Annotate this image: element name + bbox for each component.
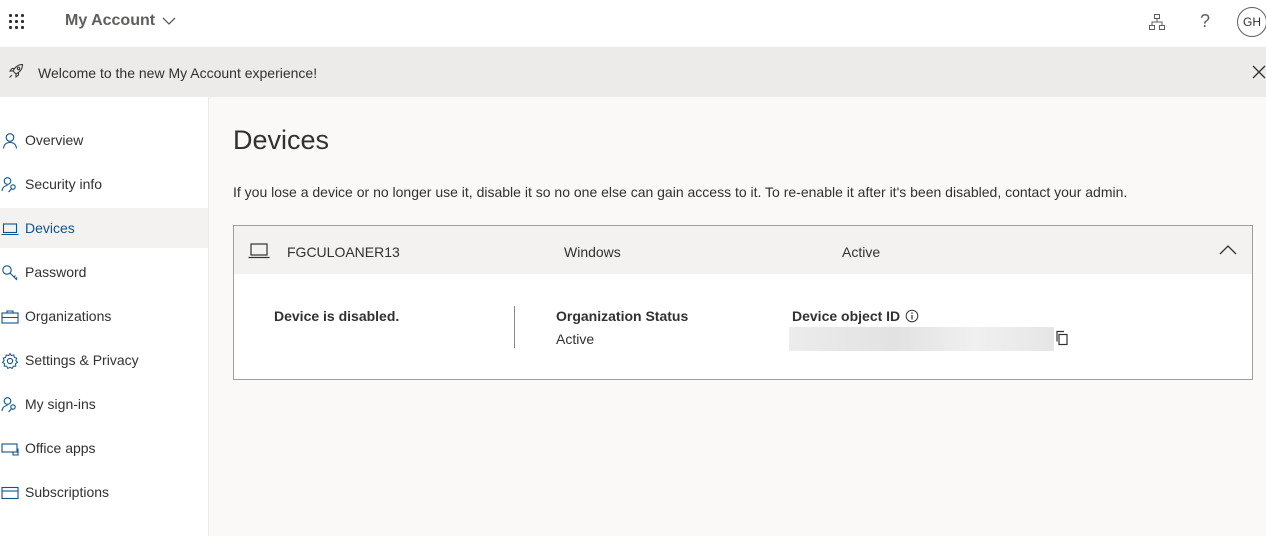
- sidebar: Overview Security info Devices Password …: [0, 97, 209, 536]
- sidebar-item-office-apps[interactable]: Office apps: [0, 428, 208, 468]
- laptop-icon: [248, 243, 270, 259]
- sidebar-item-label: Office apps: [25, 440, 96, 456]
- sidebar-item-label: My sign-ins: [25, 396, 96, 412]
- page-title: Devices: [233, 125, 330, 155]
- copy-icon[interactable]: [1054, 330, 1070, 346]
- banner-message: Welcome to the new My Account experience…: [38, 65, 318, 81]
- org-status-label: Organization Status: [556, 308, 689, 324]
- sidebar-item-security-info[interactable]: Security info: [0, 164, 208, 204]
- page-description: If you lose a device or no longer use it…: [233, 184, 1128, 200]
- org-status-value: Active: [556, 331, 595, 347]
- org-chart-icon[interactable]: [1148, 13, 1166, 31]
- device-card: FGCULOANER13 Windows Active Device is di…: [233, 225, 1253, 380]
- device-card-header[interactable]: FGCULOANER13 Windows Active: [234, 226, 1252, 274]
- avatar[interactable]: GH: [1237, 7, 1266, 37]
- main-content: Devices If you lose a device or no longe…: [209, 97, 1266, 536]
- sidebar-item-label: Devices: [25, 220, 75, 236]
- device-os: Windows: [564, 244, 621, 260]
- chevron-up-icon[interactable]: [1219, 244, 1237, 256]
- device-object-id-value: [789, 327, 1054, 351]
- avatar-initials: GH: [1243, 15, 1261, 29]
- device-disabled-message: Device is disabled.: [274, 308, 400, 324]
- app-launcher-icon[interactable]: [9, 14, 25, 30]
- sidebar-item-label: Security info: [25, 176, 103, 192]
- info-icon[interactable]: [905, 309, 919, 323]
- person-key-icon: [1, 177, 16, 193]
- sidebar-item-label: Overview: [25, 132, 84, 148]
- help-icon[interactable]: ?: [1196, 11, 1214, 33]
- key-icon: [2, 265, 18, 281]
- device-object-id-label: Device object ID: [792, 308, 901, 324]
- app-title-dropdown[interactable]: My Account: [65, 12, 177, 30]
- briefcase-icon: [1, 310, 19, 324]
- welcome-banner: Welcome to the new My Account experience…: [0, 47, 1266, 97]
- device-state: Active: [842, 244, 881, 260]
- card-icon: [1, 486, 19, 500]
- sidebar-item-label: Password: [25, 264, 87, 280]
- person-icon: [2, 133, 18, 149]
- chevron-down-icon: [162, 17, 176, 25]
- top-bar: My Account ? GH: [0, 0, 1266, 46]
- device-object-id-heading: Device object ID: [792, 308, 919, 324]
- divider: [514, 306, 515, 348]
- office-apps-icon: [1, 443, 19, 456]
- device-details: Device is disabled. Organization Status …: [234, 274, 1252, 379]
- sidebar-item-subscriptions[interactable]: Subscriptions: [0, 472, 208, 512]
- sidebar-item-organizations[interactable]: Organizations: [0, 296, 208, 336]
- sidebar-item-settings-privacy[interactable]: Settings & Privacy: [0, 340, 208, 380]
- laptop-icon: [1, 223, 19, 236]
- sidebar-item-label: Organizations: [25, 308, 112, 324]
- gear-icon: [1, 352, 19, 370]
- device-name: FGCULOANER13: [287, 244, 400, 260]
- sidebar-item-label: Subscriptions: [25, 484, 110, 500]
- sidebar-item-my-sign-ins[interactable]: My sign-ins: [0, 384, 208, 424]
- sidebar-item-devices[interactable]: Devices: [0, 208, 208, 248]
- rocket-icon: [8, 63, 24, 79]
- close-icon[interactable]: [1252, 65, 1266, 79]
- sidebar-item-password[interactable]: Password: [0, 252, 208, 292]
- app-title: My Account: [65, 12, 156, 29]
- person-key-icon: [1, 397, 16, 413]
- sidebar-item-overview[interactable]: Overview: [0, 120, 208, 160]
- sidebar-item-label: Settings & Privacy: [25, 352, 139, 368]
